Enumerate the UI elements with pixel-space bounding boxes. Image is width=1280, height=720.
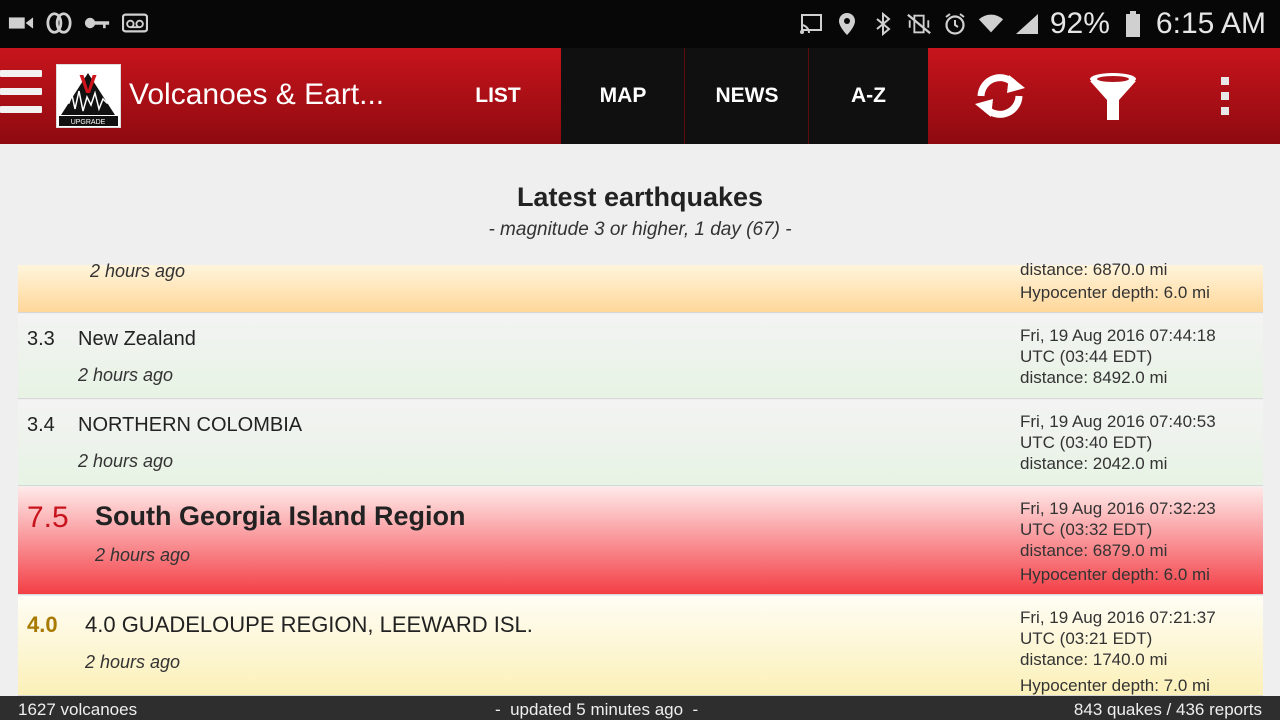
battery-percent: 92% <box>1049 7 1110 40</box>
quake-row[interactable]: 4.0 4.0 GUADELOUPE REGION, LEEWARD ISL. … <box>18 596 1263 696</box>
tab-map[interactable]: MAP <box>561 48 685 144</box>
quake-row[interactable]: 2 hours ago distance: 6870.0 mi Hypocent… <box>18 260 1263 313</box>
clock: 6:15 AM <box>1155 7 1266 40</box>
filter-icon[interactable] <box>1083 70 1143 122</box>
quake-details: Fri, 19 Aug 2016 07:40:53 UTC (03:40 EDT… <box>1020 411 1216 474</box>
quake-time-ago: 2 hours ago <box>90 261 186 281</box>
quake-time-ago: 2 hours ago <box>78 451 174 471</box>
quake-location: South Georgia Island Region <box>95 501 466 531</box>
quake-distance: distance: 6870.0 mi <box>1020 260 1168 279</box>
quake-utc: UTC (03:44 EDT) <box>1020 347 1153 366</box>
alarm-icon <box>942 11 968 37</box>
list-subheading: - magnitude 3 or higher, 1 day (67) - <box>488 219 792 240</box>
battery-icon <box>1120 11 1146 37</box>
quake-date: Fri, 19 Aug 2016 07:44:18 <box>1020 326 1216 345</box>
bluetooth-icon <box>870 11 896 37</box>
quake-depth: Hypocenter depth: 6.0 mi <box>1020 565 1210 584</box>
volcano-count: 1627 volcanoes <box>18 700 138 719</box>
svg-text:V: V <box>79 69 97 99</box>
wifi-icon <box>978 11 1004 37</box>
quake-details: Fri, 19 Aug 2016 07:21:37 UTC (03:21 EDT… <box>1020 607 1216 670</box>
app-title: Volcanoes & Eart... <box>129 78 385 111</box>
overflow-menu-icon[interactable] <box>1195 70 1255 122</box>
app-bar: V UPGRADE Volcanoes & Eart... LIST MAP N… <box>0 48 1280 144</box>
quake-location: 4.0 GUADELOUPE REGION, LEEWARD ISL. <box>85 612 533 637</box>
quake-magnitude: 3.4 <box>27 414 55 436</box>
svg-text:UPGRADE: UPGRADE <box>71 119 106 126</box>
quake-utc: UTC (03:40 EDT) <box>1020 433 1153 452</box>
status-bar-left <box>8 10 148 36</box>
quake-magnitude: 4.0 <box>27 612 58 637</box>
quake-row[interactable]: 3.4 NORTHERN COLOMBIA 2 hours ago Fri, 1… <box>18 400 1263 486</box>
menu-icon[interactable] <box>0 70 42 126</box>
quake-report-count: 843 quakes / 436 reports <box>1073 700 1262 719</box>
location-pin-icon <box>834 11 860 37</box>
quake-time-ago: 2 hours ago <box>95 545 191 565</box>
quake-distance: distance: 1740.0 mi <box>1020 650 1168 669</box>
video-camera-icon <box>8 10 34 36</box>
cast-icon <box>798 11 824 37</box>
quake-date: Fri, 19 Aug 2016 07:40:53 <box>1020 412 1216 431</box>
quake-magnitude: 7.5 <box>27 501 69 534</box>
refresh-icon[interactable] <box>970 70 1030 122</box>
quake-depth: Hypocenter depth: 6.0 mi <box>1020 283 1210 302</box>
quake-distance: distance: 8492.0 mi <box>1020 368 1168 387</box>
quake-time-ago: 2 hours ago <box>85 652 181 672</box>
quake-location: New Zealand <box>78 328 196 350</box>
quake-distance: distance: 2042.0 mi <box>1020 454 1168 473</box>
quake-location: NORTHERN COLOMBIA <box>78 414 303 436</box>
quake-depth: Hypocenter depth: 7.0 mi <box>1020 676 1210 695</box>
quake-details: Fri, 19 Aug 2016 07:44:18 UTC (03:44 EDT… <box>1020 325 1216 388</box>
tab-news[interactable]: NEWS <box>685 48 809 144</box>
quake-distance: distance: 6879.0 mi <box>1020 541 1168 560</box>
key-icon <box>84 10 110 36</box>
quake-date: Fri, 19 Aug 2016 07:21:37 <box>1020 608 1216 627</box>
voicemail-loop-icon <box>46 10 72 36</box>
quake-date: Fri, 19 Aug 2016 07:32:23 <box>1020 499 1216 518</box>
update-status: - updated 5 minutes ago - <box>495 700 699 719</box>
status-bar: 92% 6:15 AM <box>0 0 1280 48</box>
quake-magnitude: 3.3 <box>27 328 55 350</box>
quake-time-ago: 2 hours ago <box>78 365 174 385</box>
tab-list[interactable]: LIST <box>436 48 560 144</box>
quake-row[interactable]: 3.3 New Zealand 2 hours ago Fri, 19 Aug … <box>18 314 1263 399</box>
footer-status-bar: 1627 volcanoes - updated 5 minutes ago -… <box>0 696 1280 720</box>
cell-signal-icon <box>1014 11 1040 37</box>
quake-details: Fri, 19 Aug 2016 07:32:23 UTC (03:32 EDT… <box>1020 498 1216 561</box>
vibrate-mute-icon <box>906 11 932 37</box>
voicemail-icon <box>122 10 148 36</box>
list-heading: Latest earthquakes <box>516 182 764 212</box>
status-bar-right: 92% 6:15 AM <box>798 4 1266 44</box>
quake-utc: UTC (03:21 EDT) <box>1020 629 1153 648</box>
quake-utc: UTC (03:32 EDT) <box>1020 520 1153 539</box>
tab-a-z[interactable]: A-Z <box>809 48 928 144</box>
quake-row-major[interactable]: 7.5 South Georgia Island Region 2 hours … <box>18 487 1263 595</box>
app-logo: V UPGRADE <box>56 64 121 128</box>
